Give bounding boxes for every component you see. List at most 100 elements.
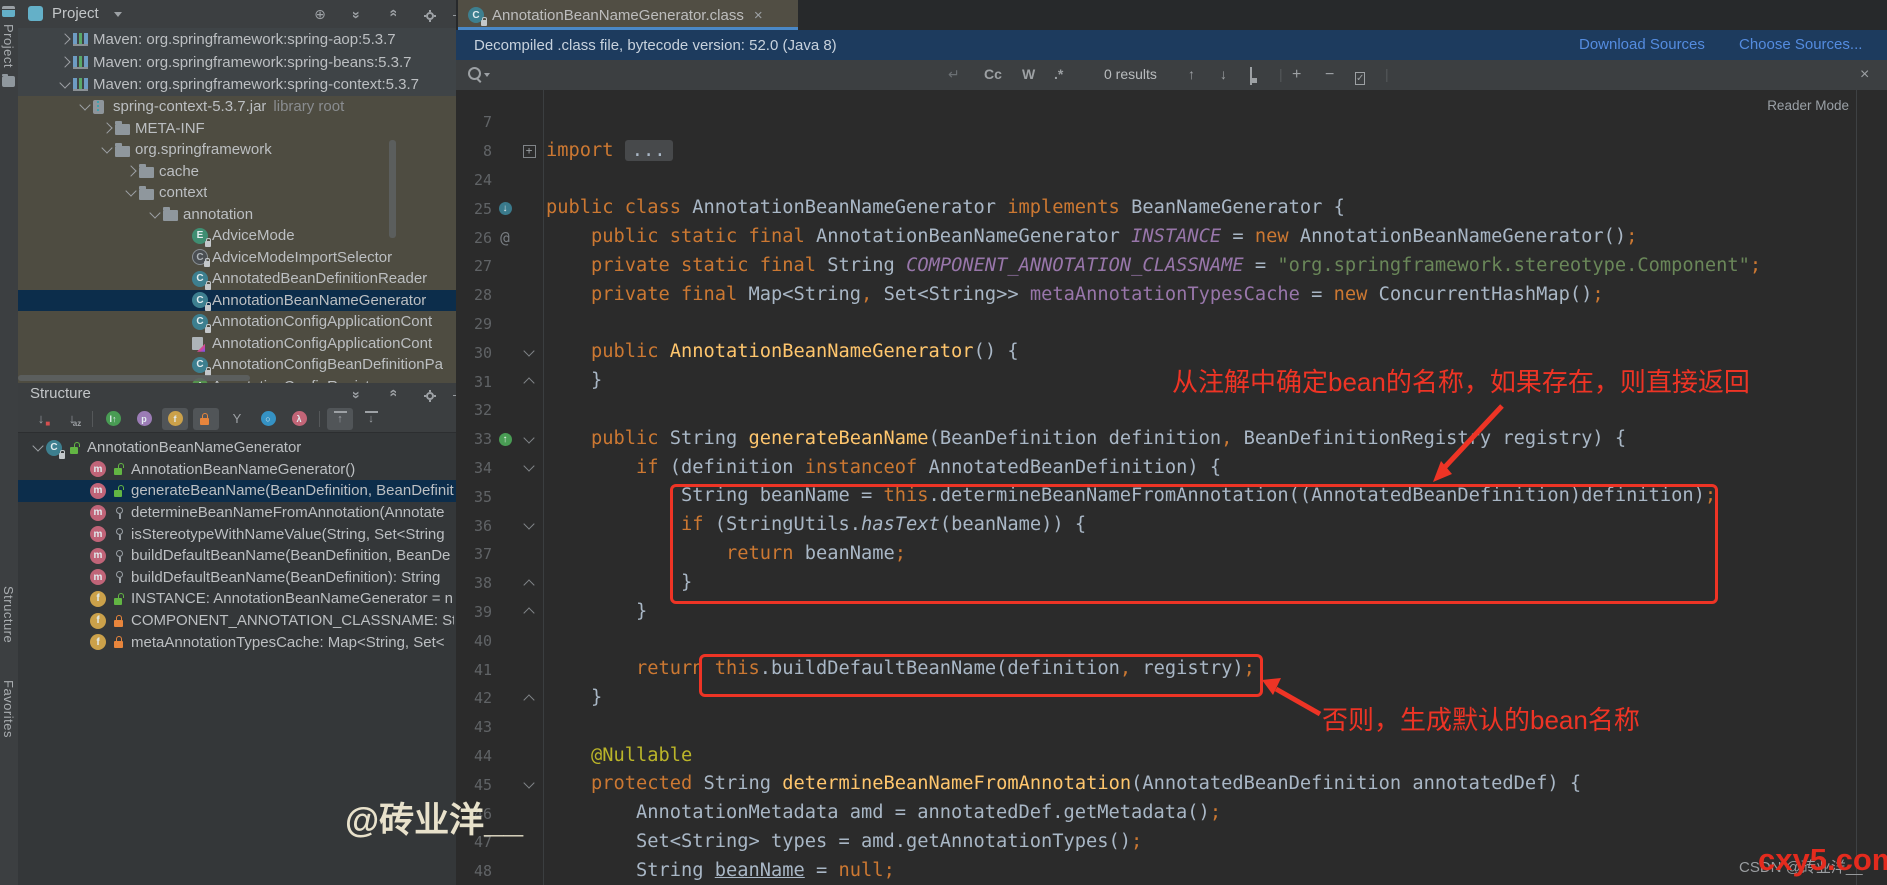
chevron-down-icon[interactable] xyxy=(114,12,122,17)
expand-all-icon[interactable]: » xyxy=(348,5,366,23)
tree-item[interactable]: CAnnotationBeanNameGenerator xyxy=(18,290,456,312)
code-line[interactable]: 43 xyxy=(456,713,1887,742)
code-line[interactable]: 38 } xyxy=(456,569,1887,598)
tree-item[interactable]: mbuildDefaultBeanName(BeanDefinition, Be… xyxy=(18,545,456,567)
annotation-gutter-icon[interactable]: @ xyxy=(492,228,518,247)
tree-item[interactable]: mbuildDefaultBeanName(BeanDefinition): S… xyxy=(18,567,456,589)
code-line[interactable]: 26@ public static final AnnotationBeanNa… xyxy=(456,223,1887,252)
words-toggle[interactable]: W xyxy=(1022,66,1035,82)
tree-item[interactable]: fINSTANCE: AnnotationBeanNameGenerator =… xyxy=(18,588,456,610)
chevron-down-icon[interactable] xyxy=(123,190,139,195)
code-line[interactable]: 46 AnnotationMetadata amd = annotatedDef… xyxy=(456,799,1887,828)
code-line[interactable]: 25↓public class AnnotationBeanNameGenera… xyxy=(456,194,1887,223)
code-line[interactable]: 42 } xyxy=(456,684,1887,713)
collapse-all-icon[interactable]: » xyxy=(383,5,401,23)
code-line[interactable]: 24 xyxy=(456,166,1887,195)
fold-marker-icon[interactable]: + xyxy=(518,145,540,158)
fold-marker-icon[interactable] xyxy=(518,782,540,787)
project-vertical-scrollbar[interactable] xyxy=(389,140,396,238)
stripe-project-label[interactable]: Project xyxy=(1,24,16,68)
tree-item[interactable]: CAnnotatedBeanDefinitionReader xyxy=(18,268,456,290)
implements-gutter-icon[interactable]: ↓ xyxy=(492,202,518,215)
tree-item[interactable]: mAnnotationBeanNameGenerator() xyxy=(18,459,456,481)
overrides-gutter-icon[interactable]: ↑ xyxy=(492,433,518,446)
fold-marker-icon[interactable] xyxy=(518,376,540,387)
tree-item[interactable]: META-INF xyxy=(18,118,456,140)
fold-marker-icon[interactable] xyxy=(518,437,540,442)
chevron-right-icon[interactable] xyxy=(123,167,139,175)
editor-scrollbar-track[interactable] xyxy=(1856,90,1857,885)
gear-icon[interactable] xyxy=(421,388,439,406)
select-all-occurrences-icon[interactable] xyxy=(1250,68,1252,84)
gear-icon[interactable] xyxy=(421,8,439,26)
stripe-favorites-label[interactable]: Favorites xyxy=(1,680,16,738)
show-properties-icon[interactable]: p xyxy=(131,408,157,430)
sort-alphabetically-icon[interactable]: ↓az xyxy=(59,408,85,430)
show-anonymous-classes-icon[interactable]: ○ xyxy=(255,408,281,430)
close-search-icon[interactable]: × xyxy=(1860,66,1869,84)
chevron-right-icon[interactable] xyxy=(99,124,115,132)
chevron-down-icon[interactable] xyxy=(147,212,163,217)
tree-item[interactable]: mdetermineBeanNameFromAnnotation(Annotat… xyxy=(18,502,456,524)
autoscroll-from-source-icon[interactable]: ↓ xyxy=(358,408,384,430)
fold-marker-icon[interactable] xyxy=(518,578,540,589)
code-line[interactable]: 48 String beanName = null; xyxy=(456,857,1887,885)
folder-icon[interactable] xyxy=(2,76,15,87)
show-fields-icon[interactable]: f xyxy=(162,408,188,430)
tree-item[interactable]: CAnnotationConfigBeanDefinitionPa xyxy=(18,354,456,376)
locate-icon[interactable]: ⊕ xyxy=(311,5,329,23)
checkbox-icon[interactable]: ✓ xyxy=(1355,68,1365,84)
code-line[interactable]: 47 Set<String> types = amd.getAnnotation… xyxy=(456,828,1887,857)
code-line[interactable]: 27 private static final String COMPONENT… xyxy=(456,252,1887,281)
show-non-public-icon[interactable] xyxy=(193,408,219,430)
expand-all-icon[interactable]: » xyxy=(348,385,366,403)
tree-item[interactable]: fCOMPONENT_ANNOTATION_CLASSNAME: Stri xyxy=(18,610,456,632)
tree-item[interactable]: mgenerateBeanName(BeanDefinition, BeanDe… xyxy=(18,480,456,502)
code-line[interactable]: 34 if (definition instanceof AnnotatedBe… xyxy=(456,454,1887,483)
regex-toggle[interactable]: .* xyxy=(1054,66,1063,82)
code-line[interactable]: 44 @Nullable xyxy=(456,742,1887,771)
search-history-caret-icon[interactable] xyxy=(484,73,490,77)
previous-occurrence-icon[interactable]: ↑ xyxy=(1188,66,1195,82)
tree-item[interactable]: Maven: org.springframework:spring-aop:5.… xyxy=(18,28,456,51)
chevron-down-icon[interactable] xyxy=(77,104,93,109)
reader-mode-label[interactable]: Reader Mode xyxy=(1767,98,1849,113)
project-tool-icon[interactable] xyxy=(2,6,15,17)
tree-item[interactable]: Maven: org.springframework:spring-contex… xyxy=(18,73,456,96)
code-line[interactable]: 41 return this.buildDefaultBeanName(defi… xyxy=(456,655,1887,684)
tree-item[interactable]: misStereotypeWithNameValue(String, Set<S… xyxy=(18,523,456,545)
search-icon[interactable] xyxy=(468,67,481,80)
tree-item[interactable]: fmetaAnnotationTypesCache: Map<String, S… xyxy=(18,631,456,653)
match-case-toggle[interactable]: Cc xyxy=(984,66,1002,82)
stripe-structure-label[interactable]: Structure xyxy=(1,586,16,643)
newline-icon[interactable]: ↵ xyxy=(948,66,960,83)
code-line[interactable]: 33↑ public String generateBeanName(BeanD… xyxy=(456,425,1887,454)
chevron-down-icon[interactable] xyxy=(30,445,46,450)
code-line[interactable]: 36 if (StringUtils.hasText(beanName)) { xyxy=(456,511,1887,540)
add-selection-icon[interactable]: + xyxy=(1292,66,1301,84)
tree-item[interactable]: Maven: org.springframework:spring-beans:… xyxy=(18,51,456,74)
structure-panel-title[interactable]: Structure xyxy=(30,385,91,402)
show-lambdas-icon[interactable]: λ xyxy=(286,408,312,430)
chevron-down-icon[interactable] xyxy=(57,82,73,87)
remove-selection-icon[interactable]: − xyxy=(1325,66,1334,84)
code-line[interactable]: 29 xyxy=(456,310,1887,339)
next-occurrence-icon[interactable]: ↓ xyxy=(1220,66,1227,82)
choose-sources-link[interactable]: Choose Sources... xyxy=(1739,36,1862,53)
code-line[interactable]: 35 String beanName = this.determineBeanN… xyxy=(456,482,1887,511)
fold-marker-icon[interactable] xyxy=(518,606,540,617)
fold-marker-icon[interactable] xyxy=(518,523,540,528)
download-sources-link[interactable]: Download Sources xyxy=(1579,36,1705,53)
code-line[interactable]: 28 private final Map<String, Set<String>… xyxy=(456,281,1887,310)
project-panel-title[interactable]: Project xyxy=(52,5,99,22)
code-line[interactable]: 32 xyxy=(456,396,1887,425)
code-line[interactable]: 45 protected String determineBeanNameFro… xyxy=(456,770,1887,799)
autoscroll-to-source-icon[interactable]: ↑ xyxy=(327,408,353,430)
fold-marker-icon[interactable] xyxy=(518,693,540,704)
fold-marker-icon[interactable] xyxy=(518,465,540,470)
code-line[interactable]: 40 xyxy=(456,626,1887,655)
code-line[interactable]: 7 xyxy=(456,108,1887,137)
code-line[interactable]: 37 return beanName; xyxy=(456,540,1887,569)
sort-by-visibility-icon[interactable]: ↓■ xyxy=(28,408,54,430)
close-tab-icon[interactable]: × xyxy=(754,7,763,24)
